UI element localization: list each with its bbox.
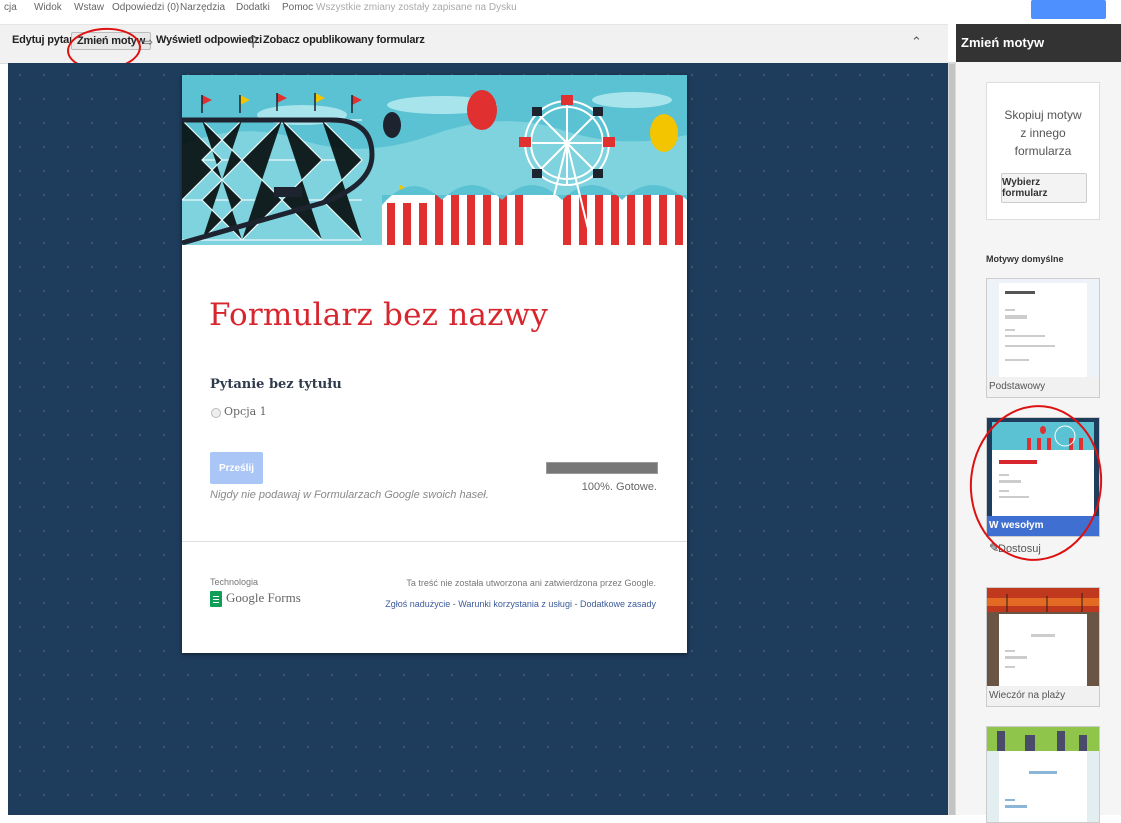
theme-name: Podstawowy <box>987 377 1099 397</box>
toolbar: Edytuj pytania Zmień motyw ⇨ Wyświetl od… <box>0 24 948 64</box>
menu-item-responses[interactable]: Odpowiedzi (0) <box>112 2 179 13</box>
option-label[interactable]: Opcja 1 <box>224 405 267 418</box>
footer-links[interactable]: Zgłoś nadużycie - Warunki korzystania z … <box>385 599 656 609</box>
password-warning: Nigdy nie podawaj w Formularzach Google … <box>210 489 489 501</box>
view-published-form-button[interactable]: Zobacz opublikowany formularz <box>263 34 425 46</box>
option-radio[interactable] <box>211 408 221 418</box>
copy-theme-text: Skopiuj motyw z innego formularza <box>1004 108 1082 158</box>
theme-card-basic[interactable]: Podstawowy <box>986 278 1100 398</box>
google-forms-icon <box>210 591 222 607</box>
view-responses-icon: ⇨ <box>143 35 154 49</box>
collapse-icon[interactable]: ⌃ <box>911 34 922 50</box>
theme-card-castle[interactable] <box>986 726 1100 823</box>
choose-form-button[interactable]: Wybierz formularz <box>1001 173 1087 203</box>
default-themes-label: Motywy domyślne <box>986 254 1064 264</box>
progress-bar <box>546 462 658 474</box>
menu-item-view-partial[interactable]: cja <box>4 2 17 13</box>
menu-bar: cja Widok Wstaw Odpowiedzi (0) Narzędzia… <box>0 0 1121 24</box>
divider <box>182 541 687 542</box>
published-form-icon: ⚲ <box>248 33 259 49</box>
theme-card-beach-evening[interactable]: Wieczór na plaży <box>986 587 1100 707</box>
menu-item-tools[interactable]: Narzędzia <box>180 2 225 13</box>
tech-label: Technologia <box>210 577 259 587</box>
share-button[interactable] <box>1031 0 1106 19</box>
theme-header-image <box>182 75 687 245</box>
theme-name: Wieczór na plaży <box>987 686 1099 706</box>
progress-fill <box>547 463 657 473</box>
question-title[interactable]: Pytanie bez tytułu <box>210 377 342 392</box>
view-responses-button[interactable]: Wyświetl odpowiedzi <box>156 34 262 46</box>
form-title[interactable]: Formularz bez nazwy <box>209 297 548 333</box>
footer-note: Ta treść nie została utworzona ani zatwi… <box>406 578 656 588</box>
copy-theme-box: Skopiuj motyw z innego formularza Wybier… <box>986 82 1100 220</box>
google-forms-logo[interactable]: Google Forms <box>226 590 301 606</box>
menu-item-view[interactable]: Widok <box>34 2 62 13</box>
menu-item-help[interactable]: Pomoc <box>282 2 313 13</box>
menu-item-insert[interactable]: Wstaw <box>74 2 104 13</box>
progress-text: 100%. Gotowe. <box>581 481 657 493</box>
save-status: Wszystkie zmiany zostały zapisane na Dys… <box>316 2 517 13</box>
scrollbar-thumb[interactable] <box>949 64 955 815</box>
panel-title: Zmień motyw <box>956 24 1121 62</box>
menu-item-addons[interactable]: Dodatki <box>236 2 270 13</box>
submit-button[interactable]: Prześlij <box>210 452 263 484</box>
form-preview: Formularz bez nazwy Pytanie bez tytułu O… <box>182 75 687 653</box>
